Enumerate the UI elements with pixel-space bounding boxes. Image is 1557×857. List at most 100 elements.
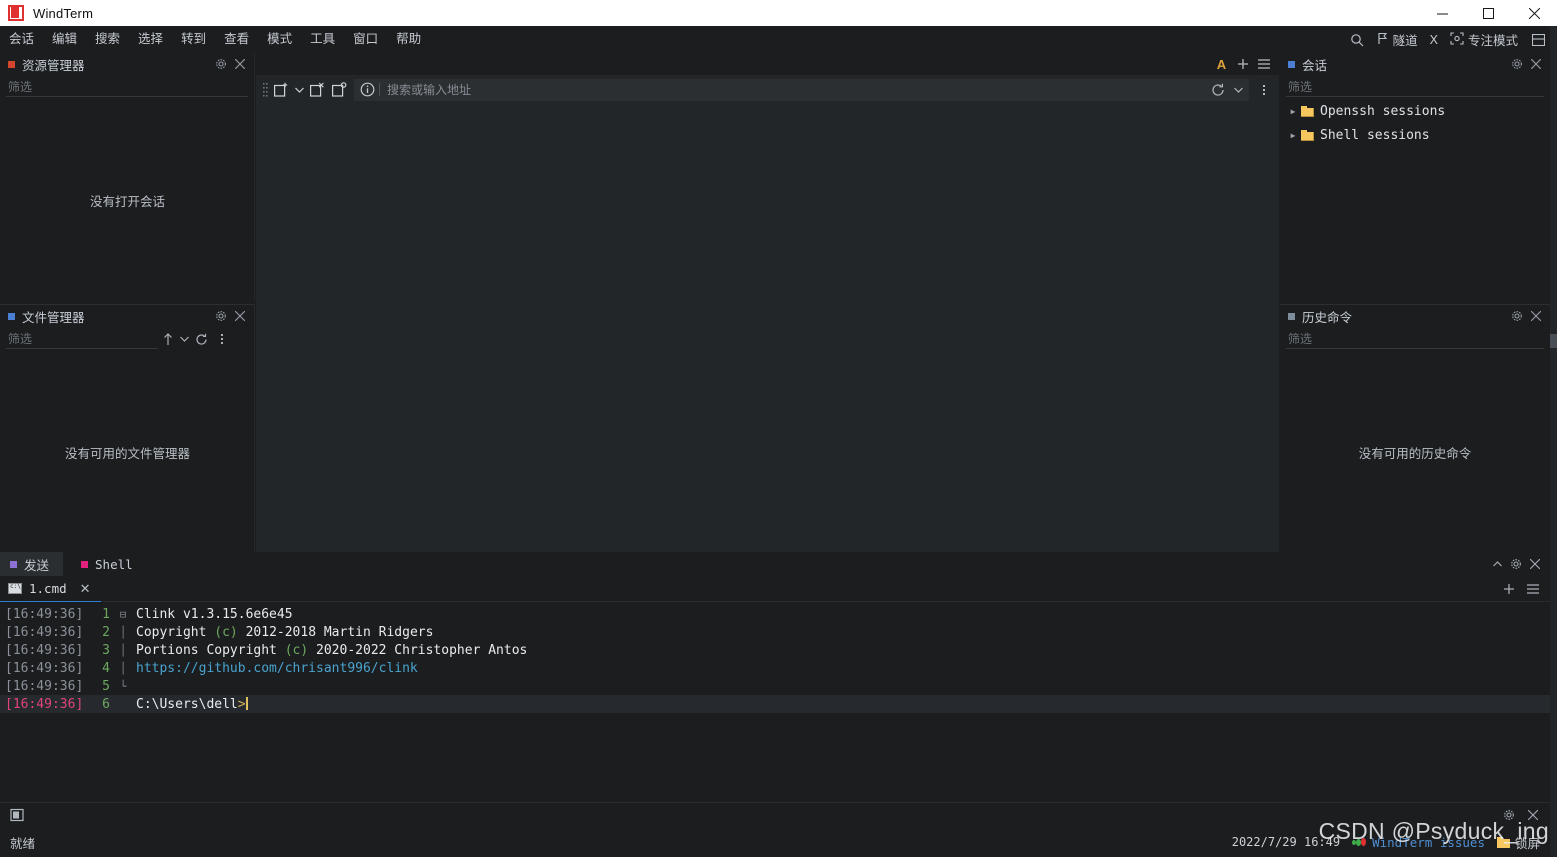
status-bar-top-controls bbox=[1498, 804, 1544, 826]
gear-icon[interactable] bbox=[1508, 56, 1525, 73]
refresh-icon[interactable] bbox=[192, 330, 211, 349]
tab-send[interactable]: 发送 bbox=[0, 552, 63, 576]
tunnel-button[interactable]: 隧道 bbox=[1372, 27, 1423, 53]
close-button[interactable] bbox=[1511, 0, 1557, 26]
font-size-icon[interactable]: A bbox=[1212, 55, 1231, 74]
close-icon[interactable]: ✕ bbox=[80, 581, 91, 597]
terminal-fold-marker: │ bbox=[114, 644, 132, 657]
plus-icon[interactable] bbox=[1233, 55, 1252, 74]
file-manager-filter-input[interactable] bbox=[6, 330, 158, 349]
terminal-fold-marker[interactable]: ⊟ bbox=[114, 608, 132, 621]
menu-window[interactable]: 窗口 bbox=[344, 26, 387, 53]
reconnect-session-icon[interactable] bbox=[328, 79, 350, 101]
menu-session[interactable]: 会话 bbox=[0, 26, 43, 53]
history-marker-icon bbox=[1288, 313, 1295, 320]
bottom-panel-controls bbox=[1488, 555, 1550, 573]
terminal-line-text: Clink v1.3.15.6e6e45 bbox=[132, 607, 293, 622]
close-icon[interactable] bbox=[1522, 804, 1544, 826]
close-icon[interactable] bbox=[1527, 308, 1544, 325]
address-input[interactable] bbox=[387, 83, 1207, 97]
menu-goto[interactable]: 转到 bbox=[172, 26, 215, 53]
cmd-icon bbox=[8, 583, 22, 594]
chevron-up-icon[interactable] bbox=[1488, 555, 1506, 573]
hamburger-menu-icon[interactable] bbox=[1254, 55, 1273, 74]
close-icon[interactable] bbox=[1526, 555, 1544, 573]
menu-mode[interactable]: 模式 bbox=[258, 26, 301, 53]
minimize-button[interactable] bbox=[1419, 0, 1465, 26]
new-session-icon[interactable] bbox=[270, 79, 292, 101]
doc-tab-1-cmd[interactable]: 1.cmd ✕ bbox=[0, 576, 101, 602]
windterm-issues-link[interactable]: WindTerm issues bbox=[1352, 835, 1485, 850]
terminal-line: [16:49:36]6 C:\Users\dell> bbox=[0, 695, 1550, 713]
terminal-output[interactable]: [16:49:36]1⊟Clink v1.3.15.6e6e45[16:49:3… bbox=[0, 602, 1550, 800]
menu-bar-right: 隧道 X 专注模式 bbox=[1344, 27, 1557, 53]
tree-item-shell-sessions[interactable]: ▶ Shell sessions bbox=[1280, 123, 1550, 147]
close-icon[interactable] bbox=[1527, 56, 1544, 73]
chevron-down-icon[interactable] bbox=[292, 79, 306, 101]
drag-grip-icon[interactable] bbox=[260, 80, 270, 100]
terminal-timestamp: [16:49:36] bbox=[0, 661, 88, 676]
more-vertical-icon[interactable] bbox=[1253, 79, 1275, 101]
focus-mode-button[interactable]: 专注模式 bbox=[1445, 27, 1523, 53]
terminal-line: [16:49:36]4│https://github.com/chrisant9… bbox=[0, 659, 1550, 677]
terminal-timestamp: [16:49:36] bbox=[0, 697, 88, 712]
menu-tools[interactable]: 工具 bbox=[301, 26, 344, 53]
close-icon[interactable] bbox=[231, 308, 248, 325]
gear-icon[interactable] bbox=[212, 308, 229, 325]
triangle-right-icon[interactable]: ▶ bbox=[1286, 107, 1300, 116]
close-icon[interactable] bbox=[231, 56, 248, 73]
menu-view[interactable]: 查看 bbox=[215, 26, 258, 53]
hamburger-menu-icon[interactable] bbox=[1524, 580, 1542, 598]
refresh-icon[interactable] bbox=[1207, 79, 1229, 101]
arrow-up-icon[interactable] bbox=[158, 330, 177, 349]
terminal-line-number: 1 bbox=[88, 607, 114, 622]
bottom-panel: 发送 Shell 1.cmd ✕ bbox=[0, 552, 1550, 802]
toggle-panel-icon[interactable] bbox=[6, 804, 28, 826]
center-empty-body bbox=[256, 101, 1279, 548]
gear-icon[interactable] bbox=[1507, 555, 1525, 573]
x-button[interactable]: X bbox=[1425, 27, 1443, 53]
menu-edit[interactable]: 编辑 bbox=[43, 26, 86, 53]
center-area: A bbox=[256, 53, 1279, 552]
window-scrollbar[interactable] bbox=[1550, 26, 1557, 857]
tree-item-label: Shell sessions bbox=[1320, 128, 1430, 143]
history-title: 历史命令 bbox=[1302, 307, 1506, 326]
terminal-line-number: 5 bbox=[88, 679, 114, 694]
plus-icon[interactable] bbox=[1500, 580, 1518, 598]
gear-icon[interactable] bbox=[1508, 308, 1525, 325]
scrollbar-thumb[interactable] bbox=[1550, 334, 1557, 348]
address-bar[interactable] bbox=[354, 79, 1249, 101]
gear-icon[interactable] bbox=[1498, 804, 1520, 826]
info-circle-icon[interactable] bbox=[360, 82, 375, 97]
sessions-title: 会话 bbox=[1302, 55, 1506, 74]
maximize-button[interactable] bbox=[1465, 0, 1511, 26]
tunnel-label: 隧道 bbox=[1393, 30, 1418, 49]
terminal-line-number: 6 bbox=[88, 697, 114, 712]
windterm-logo-icon bbox=[8, 5, 24, 21]
terminal-line-text: C:\Users\dell> bbox=[132, 697, 248, 712]
sessions-header: 会话 bbox=[1280, 53, 1550, 75]
split-layout-icon[interactable] bbox=[1525, 27, 1551, 53]
menu-help[interactable]: 帮助 bbox=[387, 26, 430, 53]
more-vertical-icon[interactable] bbox=[212, 330, 231, 349]
close-session-icon[interactable] bbox=[306, 79, 328, 101]
explorer-marker-icon bbox=[8, 61, 15, 68]
history-filter-input[interactable] bbox=[1286, 330, 1544, 349]
explorer-header: 资源管理器 bbox=[0, 53, 254, 75]
gear-icon[interactable] bbox=[212, 56, 229, 73]
terminal-timestamp: [16:49:36] bbox=[0, 625, 88, 640]
shell-marker-icon bbox=[81, 561, 88, 568]
tab-shell[interactable]: Shell bbox=[63, 552, 147, 576]
lock-screen-button[interactable]: 锁屏 bbox=[1497, 833, 1540, 852]
menu-select[interactable]: 选择 bbox=[129, 26, 172, 53]
address-toolbar bbox=[256, 75, 1279, 101]
file-manager-tools bbox=[158, 330, 231, 349]
triangle-right-icon[interactable]: ▶ bbox=[1286, 131, 1300, 140]
chevron-down-icon[interactable] bbox=[178, 330, 191, 349]
chevron-down-icon[interactable] bbox=[1229, 79, 1247, 101]
tree-item-openssh-sessions[interactable]: ▶ Openssh sessions bbox=[1280, 99, 1550, 123]
sessions-filter-input[interactable] bbox=[1286, 78, 1544, 97]
menu-search[interactable]: 搜索 bbox=[86, 26, 129, 53]
explorer-filter-input[interactable] bbox=[6, 78, 248, 97]
search-icon[interactable] bbox=[1344, 27, 1370, 53]
